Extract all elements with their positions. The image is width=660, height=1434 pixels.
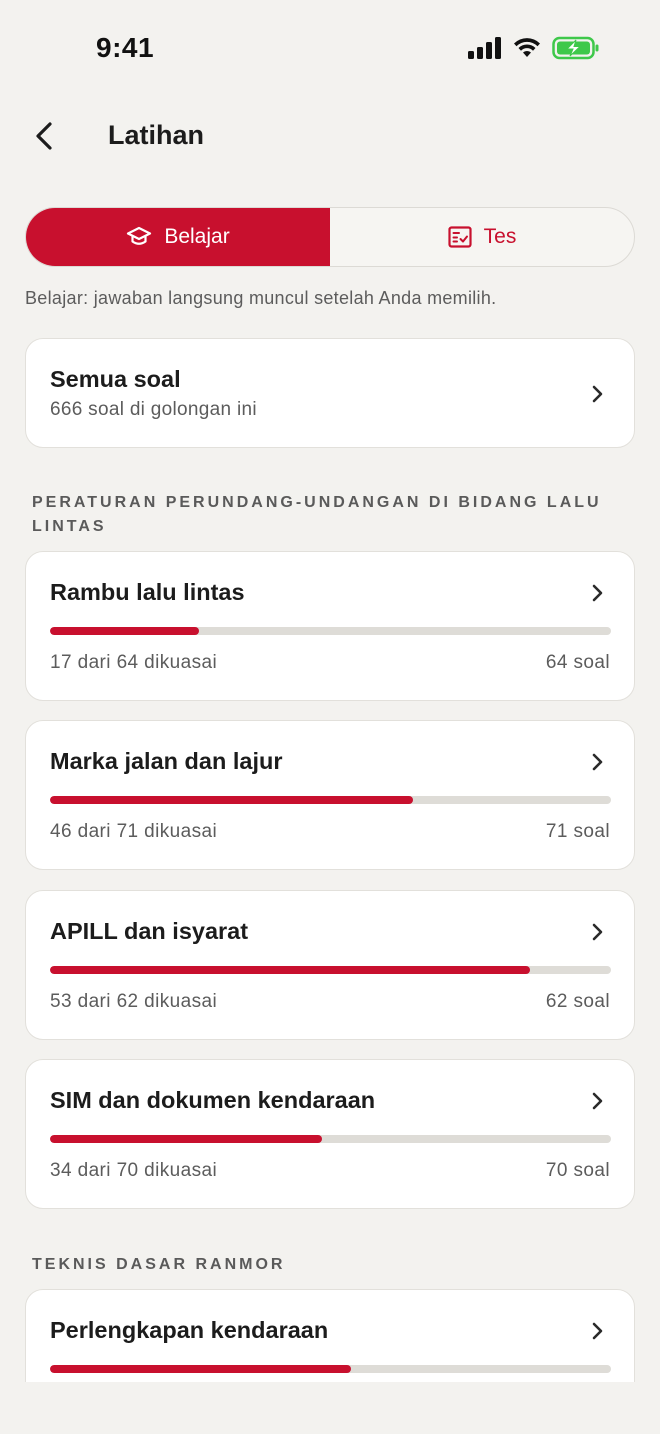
topic-card[interactable]: Rambu lalu lintas 17 dari 64 dikuasai 64… [25,551,635,701]
topic-title: Marka jalan dan lajur [50,748,283,774]
section-header: PERATURAN PERUNDANG-UNDANGAN DI BIDANG L… [32,494,602,535]
progress-track [50,1365,611,1373]
chevron-right-icon [592,584,603,602]
progress-track [50,966,611,974]
question-count: 70 soal [545,1160,610,1181]
back-button[interactable] [22,114,66,158]
question-count: 71 soal [545,821,610,842]
battery-charging-icon [552,36,599,60]
chevron-right-icon [592,1322,603,1340]
progress-fill [50,1365,351,1373]
progress-track [50,796,611,804]
topic-card[interactable]: Marka jalan dan lajur 46 dari 71 dikuasa… [25,720,635,870]
question-count: 62 soal [545,991,610,1012]
status-bar: 9:41 [0,0,660,96]
progress-fill [50,1135,323,1143]
topic-card[interactable]: SIM dan dokumen kendaraan 34 dari 70 dik… [25,1059,635,1209]
all-questions-title: Semua soal [50,366,181,392]
screen-bottom-fill [0,1382,660,1434]
topic-title: Rambu lalu lintas [50,579,245,605]
wifi-icon [514,38,540,57]
mastered-label: 17 dari 64 dikuasai [50,652,218,673]
mode-description: Belajar: jawaban langsung muncul setelah… [25,288,497,308]
mode-segmented-control: Belajar Tes [25,207,635,267]
tab-belajar[interactable]: Belajar [26,208,330,266]
section-header: TEKNIS DASAR RANMOR [32,1256,286,1273]
mastered-label: 34 dari 70 dikuasai [50,1160,218,1181]
topic-title: SIM dan dokumen kendaraan [50,1087,376,1113]
nav-header: Latihan [0,100,660,172]
tab-tes[interactable]: Tes [330,208,634,266]
chevron-right-icon [592,385,603,403]
topic-title: Perlengkapan kendaraan [50,1317,329,1343]
all-questions-card[interactable]: Semua soal 666 soal di golongan ini [25,338,635,448]
progress-fill [50,796,414,804]
chevron-right-icon [592,753,603,771]
progress-fill [50,627,199,635]
chevron-right-icon [592,1092,603,1110]
checklist-icon [448,226,472,248]
tab-tes-label: Tes [483,225,517,248]
progress-fill [50,966,530,974]
progress-track [50,627,611,635]
chevron-right-icon [592,923,603,941]
page-title: Latihan [108,120,205,150]
progress-track [50,1135,611,1143]
chevron-left-icon [36,122,52,150]
cellular-signal-icon [468,37,501,59]
graduation-cap-icon [127,226,152,245]
all-questions-subtitle: 666 soal di golongan ini [50,399,257,420]
mastered-label: 46 dari 71 dikuasai [50,821,218,842]
topic-title: APILL dan isyarat [50,918,249,944]
question-count: 64 soal [545,652,610,673]
tab-belajar-label: Belajar [164,225,230,248]
topic-card[interactable]: APILL dan isyarat 53 dari 62 dikuasai 62… [25,890,635,1040]
status-icons [468,36,600,60]
mastered-label: 53 dari 62 dikuasai [50,991,218,1012]
status-time: 9:41 [96,32,155,63]
